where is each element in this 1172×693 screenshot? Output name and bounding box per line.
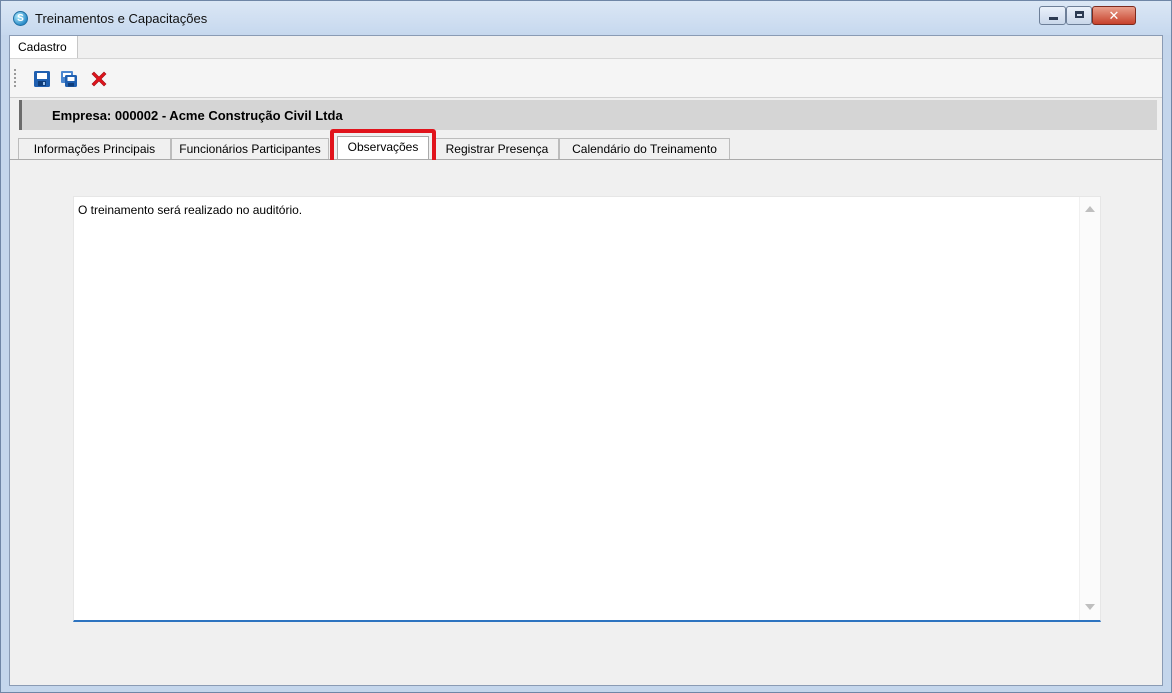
minimize-icon [1049,17,1058,20]
title-bar[interactable]: S Treinamentos e Capacitações ✕ [1,1,1171,35]
maximize-icon [1075,11,1084,18]
tab-calendario-treinamento[interactable]: Calendário do Treinamento [559,138,730,160]
app-logo-icon: S [13,11,28,26]
toolbar-divider [10,97,1162,98]
toolbar-grip[interactable] [14,69,16,87]
menu-bar: Cadastro [10,36,1162,59]
scroll-down-icon[interactable] [1085,604,1095,610]
observacoes-panel: O treinamento será realizado no auditóri… [10,160,1162,685]
close-button[interactable]: ✕ [1092,6,1136,25]
save-icon[interactable] [33,70,51,88]
window-title: Treinamentos e Capacitações [35,11,208,26]
delete-x-icon[interactable] [90,70,108,88]
observations-textarea[interactable]: O treinamento será realizado no auditóri… [73,196,1101,622]
tab-strip: Informações Principais Funcionários Part… [10,136,1162,161]
save-copy-icon[interactable] [60,70,78,88]
menu-cadastro[interactable]: Cadastro [10,36,78,59]
company-header: Empresa: 000002 - Acme Construção Civil … [19,100,1157,130]
app-window: S Treinamentos e Capacitações ✕ Cadastro [0,0,1172,693]
tab-registrar-presenca[interactable]: Registrar Presença [435,138,559,160]
company-label: Empresa: 000002 - Acme Construção Civil … [52,108,343,123]
tab-funcionarios-participantes[interactable]: Funcionários Participantes [171,138,329,160]
client-area: Cadastro Empresa: 000002 - Acme Construç… [9,35,1163,686]
scroll-up-icon[interactable] [1085,206,1095,212]
close-icon: ✕ [1108,8,1120,23]
toolbar [10,59,1162,97]
minimize-button[interactable] [1039,6,1066,25]
tab-informacoes-principais[interactable]: Informações Principais [18,138,171,160]
vertical-scrollbar[interactable] [1079,197,1100,620]
observations-text: O treinamento será realizado no auditóri… [78,203,303,217]
maximize-button[interactable] [1066,6,1092,25]
